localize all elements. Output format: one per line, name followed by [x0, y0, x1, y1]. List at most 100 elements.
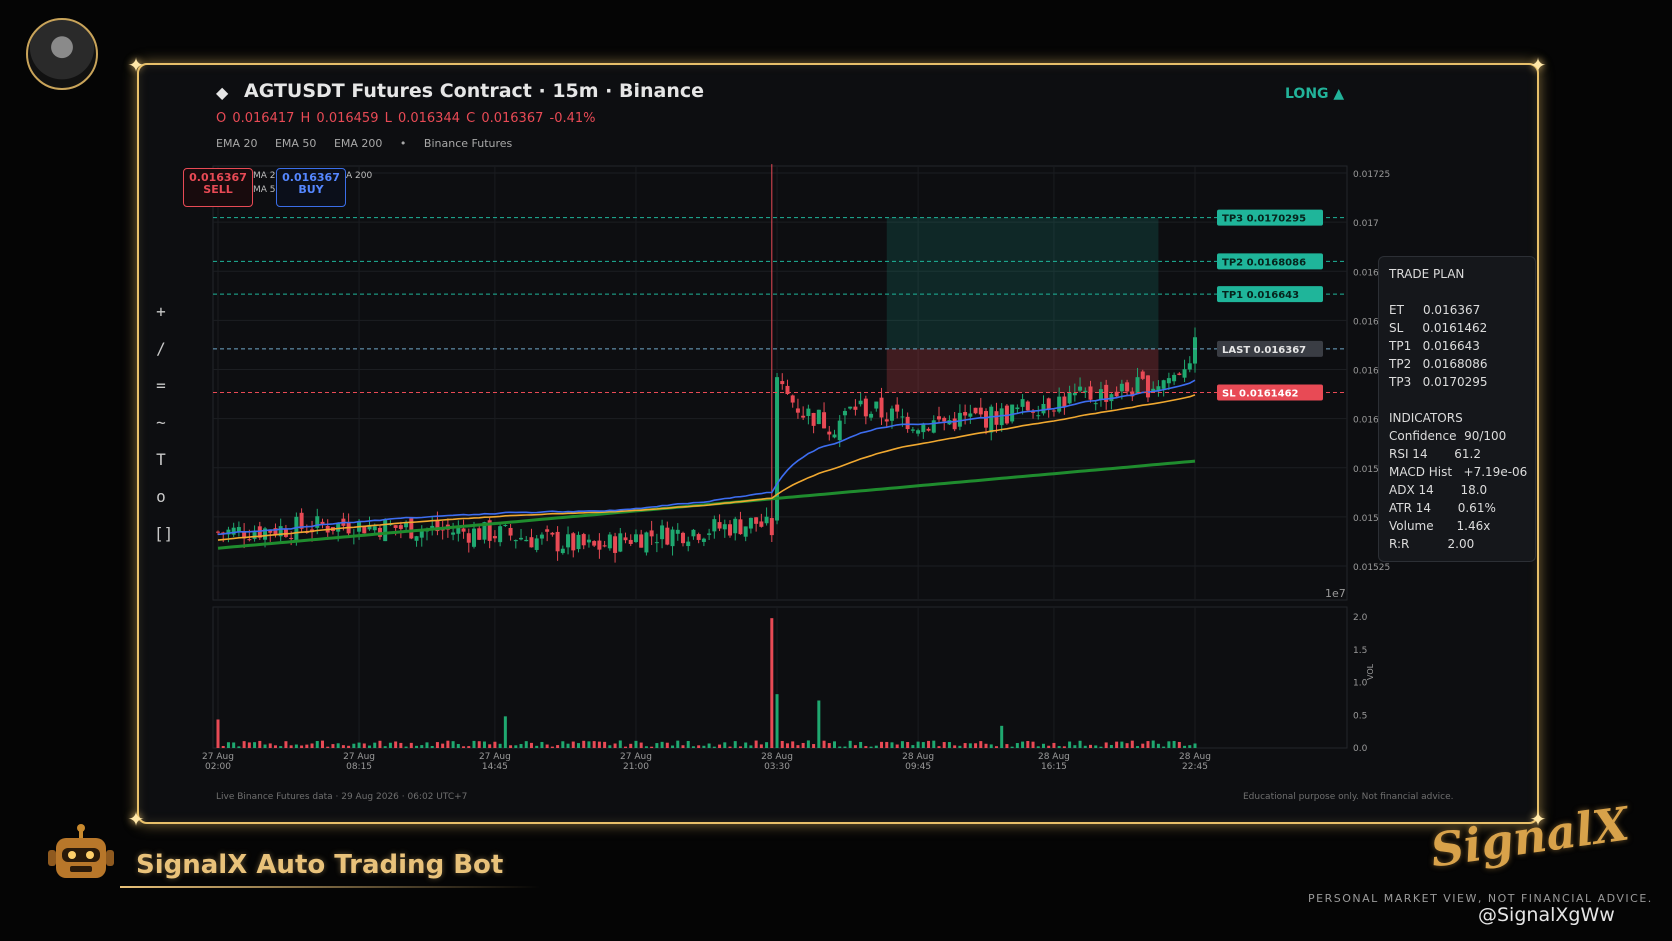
plan-row: TP2 0.0168086: [1389, 357, 1488, 371]
volume-bar: [1057, 746, 1061, 748]
volume-bar: [728, 746, 732, 748]
volume-bar: [221, 745, 225, 748]
volume-bar: [247, 742, 251, 748]
volume-bar: [545, 744, 549, 748]
candle: [884, 419, 889, 422]
candle: [701, 538, 706, 542]
candle: [1036, 415, 1041, 417]
volume-bar: [263, 744, 267, 748]
volume-bar: [859, 741, 863, 748]
volume-bar: [451, 741, 455, 748]
candle: [1172, 374, 1177, 382]
volume-bar: [320, 740, 324, 748]
trade-plan-panel: TRADE PLAN ET 0.016367 SL 0.0161462 TP1 …: [1378, 256, 1536, 562]
candle: [451, 532, 456, 535]
candle: [216, 531, 220, 533]
candle: [644, 532, 649, 553]
candle: [503, 524, 508, 526]
candle: [461, 528, 466, 532]
volume-bar: [624, 746, 628, 748]
candle: [1015, 407, 1020, 410]
volume-bar: [441, 743, 445, 748]
x-tick-label: 28 Aug: [1038, 752, 1070, 762]
candle: [1177, 373, 1182, 375]
volume-bar: [634, 740, 638, 748]
target-zone: [886, 217, 1159, 349]
volume-bar: [1104, 742, 1108, 748]
candle: [936, 416, 941, 420]
volume-bar: [655, 743, 659, 748]
plan-row: TP3 0.0170295: [1389, 375, 1488, 389]
indicator-row: Confidence 90/100: [1389, 429, 1507, 443]
indicator-row: ATR 14 0.61%: [1389, 501, 1496, 515]
volume-bar: [613, 743, 617, 748]
candle: [498, 526, 503, 543]
candle: [999, 408, 1004, 426]
candle: [383, 519, 388, 542]
candle: [1072, 392, 1077, 396]
volume-bar: [1193, 743, 1197, 748]
volume-bar: [1177, 741, 1181, 748]
candle: [686, 541, 691, 547]
volume-bar: [796, 745, 800, 748]
volume-bar: [273, 745, 277, 748]
buy-button[interactable]: 0.016367 BUY: [276, 168, 346, 207]
svg-text:TP2 0.0168086: TP2 0.0168086: [1222, 257, 1306, 268]
plan-row: ET 0.016367: [1389, 303, 1481, 317]
volume-bar: [1068, 741, 1072, 748]
volume-bar: [294, 744, 298, 748]
volume-bar: [493, 741, 497, 748]
volume-bar: [1146, 741, 1150, 748]
volume-bar: [268, 743, 272, 748]
candle: [231, 527, 236, 535]
watermark: @SignalXgWw: [1478, 904, 1615, 926]
volume-bar: [399, 742, 403, 748]
candle: [571, 533, 576, 551]
volume-bar: [1036, 746, 1040, 748]
volume-bar: [812, 744, 816, 748]
volume-bar: [1078, 740, 1082, 748]
volume-tick-label: 0.0: [1353, 744, 1368, 754]
volume-bar: [326, 746, 330, 748]
volume-bar: [1062, 746, 1066, 748]
candle: [811, 412, 816, 426]
volume-bar: [974, 743, 978, 748]
volume-bar: [738, 746, 742, 748]
volume-bar: [509, 745, 513, 748]
candle: [247, 539, 252, 541]
volume-bar: [900, 741, 904, 748]
volume-bar: [1183, 745, 1187, 748]
candle: [649, 530, 654, 537]
volume-bar: [232, 742, 236, 748]
candle: [680, 532, 685, 544]
x-tick-label: 28 Aug: [902, 752, 934, 762]
volume-bar: [749, 745, 753, 748]
volume-bar: [258, 740, 262, 748]
tp2-level-badge: TP2 0.0168086: [1217, 253, 1323, 270]
candle: [874, 401, 879, 409]
volume-bar: [984, 743, 988, 748]
x-tick-label: 08:15: [346, 762, 372, 772]
candle: [717, 522, 722, 529]
volume-bar: [529, 742, 533, 748]
candle: [539, 534, 544, 539]
sell-button[interactable]: 0.016367 SELL: [183, 168, 253, 207]
volume-bar: [373, 742, 377, 748]
x-tick-label: 09:45: [905, 762, 931, 772]
candle: [393, 525, 398, 528]
candle: [905, 416, 910, 430]
candle: [754, 517, 759, 524]
candle: [895, 404, 900, 412]
sl-level-badge: SL 0.0161462: [1217, 384, 1323, 401]
candle: [404, 522, 409, 528]
volume-bar: [477, 741, 481, 748]
candle: [973, 407, 978, 414]
volume-bar: [237, 746, 241, 748]
volume-bar: [535, 745, 539, 748]
volume-bar: [822, 740, 826, 748]
x-tick-label: 14:45: [482, 762, 508, 772]
indicator-row: ADX 14 18.0: [1389, 483, 1488, 497]
price-tick-label: 0.01525: [1353, 563, 1390, 573]
volume-bar: [676, 740, 680, 748]
candle: [858, 400, 863, 405]
